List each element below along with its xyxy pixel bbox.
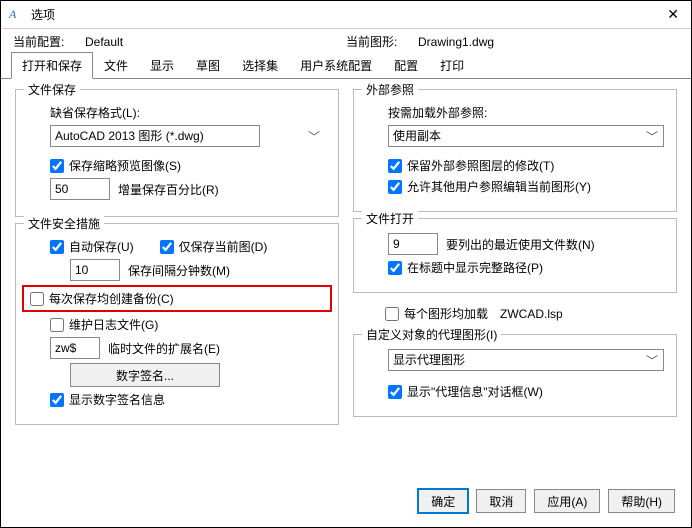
temp-ext-label: 临时文件的扩展名(E): [108, 340, 220, 357]
tab-files[interactable]: 文件: [93, 52, 139, 79]
recent-files-input[interactable]: [388, 233, 438, 255]
cancel-button[interactable]: 取消: [476, 489, 526, 513]
tabs: 打开和保存 文件 显示 草图 选择集 用户系统配置 配置 打印: [1, 52, 691, 79]
file-open-group: 文件打开 要列出的最近使用文件数(N) 在标题中显示完整路径(P): [353, 218, 677, 293]
only-current-label: 仅保存当前图(D): [179, 238, 268, 255]
proxy-legend: 自定义对象的代理图形(I): [362, 326, 501, 343]
current-drawing-value: Drawing1.dwg: [418, 35, 679, 49]
show-proxy-dialog-checkbox[interactable]: 显示"代理信息"对话框(W): [388, 383, 543, 400]
load-lsp-checkbox[interactable]: 每个图形均加载: [385, 305, 488, 322]
options-dialog: A 选项 ✕ 当前配置: Default 当前图形: Drawing1.dwg …: [0, 0, 692, 528]
temp-ext-input[interactable]: [50, 337, 100, 359]
xref-load-label: 按需加载外部参照:: [366, 104, 664, 121]
current-drawing-label: 当前图形:: [346, 33, 418, 50]
tab-open-save[interactable]: 打开和保存: [11, 52, 93, 79]
current-profile-label: 当前配置:: [13, 33, 85, 50]
file-save-legend: 文件保存: [24, 81, 80, 98]
file-safety-group: 文件安全措施 自动保存(U) 仅保存当前图(D) 保存间隔分钟数(M): [15, 223, 339, 425]
ok-button[interactable]: 确定: [418, 489, 468, 513]
maintain-log-checkbox[interactable]: 维护日志文件(G): [50, 316, 158, 333]
left-column: 文件保存 缺省保存格式(L): AutoCAD 2013 图形 (*.dwg) …: [15, 89, 339, 475]
tab-profiles[interactable]: 配置: [383, 52, 429, 79]
show-proxy-dialog-label: 显示"代理信息"对话框(W): [407, 383, 543, 400]
default-format-select-wrap: AutoCAD 2013 图形 (*.dwg) ﹀: [28, 125, 326, 147]
auto-save-checkbox-input[interactable]: [50, 240, 64, 254]
thumbnail-checkbox[interactable]: 保存缩略预览图像(S): [50, 157, 181, 174]
allow-refedit-checkbox[interactable]: 允许其他用户参照编辑当前图形(Y): [388, 178, 591, 195]
thumbnail-checkbox-label: 保存缩略预览图像(S): [69, 157, 181, 174]
lsp-filename: ZWCAD.lsp: [500, 307, 563, 321]
maintain-log-checkbox-input[interactable]: [50, 318, 64, 332]
current-profile-value: Default: [85, 35, 346, 49]
maintain-log-label: 维护日志文件(G): [69, 316, 158, 333]
dialog-footer: 确定 取消 应用(A) 帮助(H): [1, 479, 691, 527]
full-path-input[interactable]: [388, 261, 402, 275]
xref-group: 外部参照 按需加载外部参照: 使用副本 ﹀ 保留外部参照图层的修改(T): [353, 89, 677, 212]
full-path-label: 在标题中显示完整路径(P): [407, 259, 543, 276]
file-safety-legend: 文件安全措施: [24, 215, 104, 232]
recent-files-label: 要列出的最近使用文件数(N): [446, 236, 595, 253]
create-backup-checkbox[interactable]: 每次保存均创建备份(C): [30, 290, 174, 307]
tab-drafting[interactable]: 草图: [185, 52, 231, 79]
interval-input[interactable]: [70, 259, 120, 281]
tab-selection[interactable]: 选择集: [231, 52, 289, 79]
digital-signature-button[interactable]: 数字签名...: [70, 363, 220, 387]
proxy-group: 自定义对象的代理图形(I) 显示代理图形 ﹀ 显示"代理信息"对话框(W): [353, 334, 677, 417]
only-current-checkbox[interactable]: 仅保存当前图(D): [160, 238, 268, 255]
titlebar: A 选项 ✕: [1, 1, 691, 29]
load-lsp-label: 每个图形均加载: [404, 305, 488, 322]
allow-refedit-label: 允许其他用户参照编辑当前图形(Y): [407, 178, 591, 195]
create-backup-checkbox-input[interactable]: [30, 292, 44, 306]
show-signature-checkbox[interactable]: 显示数字签名信息: [50, 391, 165, 408]
window-title: 选项: [31, 6, 663, 23]
show-signature-label: 显示数字签名信息: [69, 391, 165, 408]
incremental-percent-label: 增量保存百分比(R): [118, 181, 219, 198]
apply-button[interactable]: 应用(A): [534, 489, 600, 513]
incremental-percent-input[interactable]: [50, 178, 110, 200]
default-format-select[interactable]: AutoCAD 2013 图形 (*.dwg): [50, 125, 260, 147]
tab-content: 文件保存 缺省保存格式(L): AutoCAD 2013 图形 (*.dwg) …: [1, 79, 691, 479]
backup-highlight: 每次保存均创建备份(C): [22, 285, 332, 312]
proxy-select[interactable]: 显示代理图形: [388, 349, 664, 371]
create-backup-label: 每次保存均创建备份(C): [49, 290, 174, 307]
only-current-checkbox-input[interactable]: [160, 240, 174, 254]
keep-xref-layers-label: 保留外部参照图层的修改(T): [407, 157, 554, 174]
profile-row: 当前配置: Default 当前图形: Drawing1.dwg: [1, 29, 691, 52]
allow-refedit-input[interactable]: [388, 180, 402, 194]
full-path-checkbox[interactable]: 在标题中显示完整路径(P): [388, 259, 543, 276]
file-open-legend: 文件打开: [362, 210, 418, 227]
app-icon: A: [9, 7, 25, 23]
tab-plot[interactable]: 打印: [429, 52, 475, 79]
show-signature-checkbox-input[interactable]: [50, 393, 64, 407]
show-proxy-dialog-input[interactable]: [388, 385, 402, 399]
close-icon[interactable]: ✕: [663, 6, 683, 23]
help-button[interactable]: 帮助(H): [608, 489, 675, 513]
xref-load-select[interactable]: 使用副本: [388, 125, 664, 147]
keep-xref-layers-checkbox[interactable]: 保留外部参照图层的修改(T): [388, 157, 554, 174]
file-save-group: 文件保存 缺省保存格式(L): AutoCAD 2013 图形 (*.dwg) …: [15, 89, 339, 217]
xref-legend: 外部参照: [362, 81, 418, 98]
tab-display[interactable]: 显示: [139, 52, 185, 79]
tab-user-prefs[interactable]: 用户系统配置: [289, 52, 383, 79]
chevron-down-icon: ﹀: [308, 128, 320, 145]
right-column: 外部参照 按需加载外部参照: 使用副本 ﹀ 保留外部参照图层的修改(T): [353, 89, 677, 475]
interval-label: 保存间隔分钟数(M): [128, 262, 230, 279]
keep-xref-layers-input[interactable]: [388, 159, 402, 173]
load-lsp-input[interactable]: [385, 307, 399, 321]
default-format-label: 缺省保存格式(L):: [28, 104, 326, 121]
thumbnail-checkbox-input[interactable]: [50, 159, 64, 173]
auto-save-checkbox[interactable]: 自动保存(U): [50, 238, 134, 255]
auto-save-label: 自动保存(U): [69, 238, 134, 255]
